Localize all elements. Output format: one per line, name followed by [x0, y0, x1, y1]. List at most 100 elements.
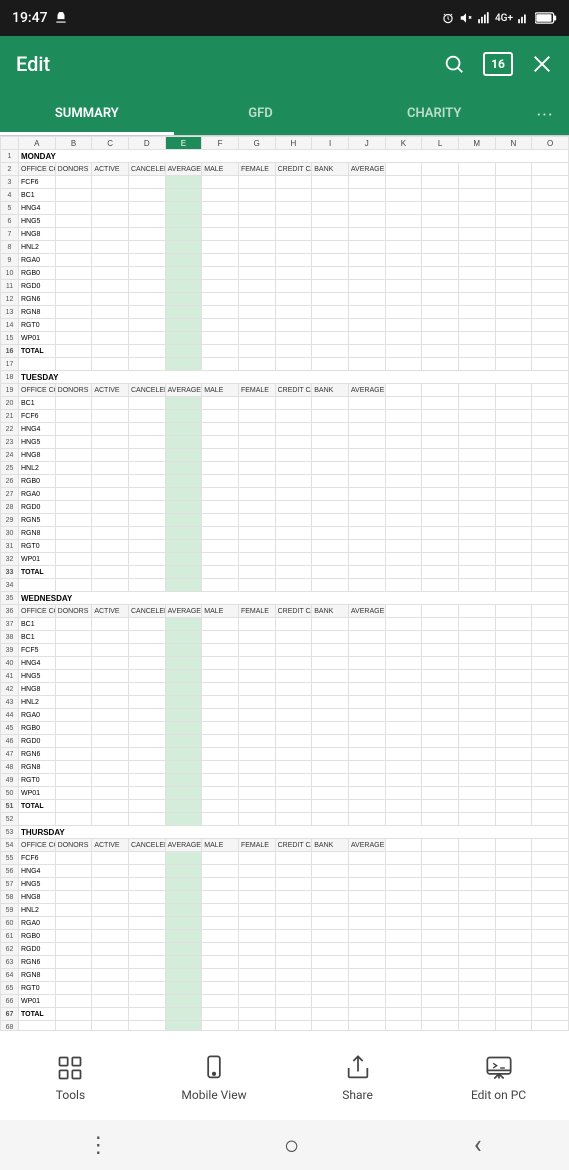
table-cell[interactable] [312, 332, 349, 345]
table-cell[interactable]: HNL2 [19, 696, 56, 709]
table-cell[interactable] [165, 319, 202, 332]
table-cell[interactable] [422, 566, 459, 579]
table-cell[interactable]: MALE [202, 163, 239, 176]
table-cell[interactable] [92, 865, 129, 878]
table-cell[interactable]: RGN8 [19, 761, 56, 774]
table-cell[interactable] [55, 319, 92, 332]
table-cell[interactable] [348, 995, 385, 1008]
table-cell[interactable] [422, 280, 459, 293]
table-cell[interactable] [532, 618, 569, 631]
table-cell[interactable] [532, 553, 569, 566]
table-cell[interactable] [275, 709, 312, 722]
table-cell[interactable] [532, 657, 569, 670]
table-cell[interactable] [385, 644, 422, 657]
table-cell[interactable] [385, 956, 422, 969]
table-cell[interactable] [422, 514, 459, 527]
table-cell[interactable]: RGN6 [19, 956, 56, 969]
table-cell[interactable] [165, 722, 202, 735]
table-cell[interactable] [275, 280, 312, 293]
table-cell[interactable] [495, 163, 532, 176]
table-cell[interactable] [458, 618, 495, 631]
table-cell[interactable] [92, 501, 129, 514]
table-cell[interactable]: RGA0 [19, 917, 56, 930]
table-cell[interactable] [128, 982, 165, 995]
table-cell[interactable] [495, 839, 532, 852]
table-cell[interactable]: DONORS [55, 605, 92, 618]
table-cell[interactable] [92, 709, 129, 722]
table-cell[interactable] [202, 670, 239, 683]
table-cell[interactable] [238, 982, 275, 995]
tools-button[interactable]: Tools [40, 1054, 100, 1102]
table-cell[interactable]: TOTAL [19, 566, 56, 579]
table-cell[interactable] [458, 683, 495, 696]
table-cell[interactable] [55, 202, 92, 215]
table-cell[interactable] [238, 761, 275, 774]
table-cell[interactable] [312, 956, 349, 969]
table-cell[interactable]: BANK [312, 605, 349, 618]
table-cell[interactable] [202, 579, 239, 592]
table-cell[interactable] [348, 293, 385, 306]
table-cell[interactable] [165, 969, 202, 982]
table-cell[interactable] [532, 319, 569, 332]
table-cell[interactable] [348, 670, 385, 683]
table-cell[interactable] [348, 358, 385, 371]
table-cell[interactable] [92, 1008, 129, 1021]
table-cell[interactable] [128, 488, 165, 501]
table-cell[interactable] [385, 982, 422, 995]
table-cell[interactable] [165, 657, 202, 670]
table-cell[interactable] [458, 696, 495, 709]
table-cell[interactable] [312, 774, 349, 787]
table-cell[interactable]: RGN8 [19, 306, 56, 319]
table-cell[interactable] [495, 995, 532, 1008]
table-cell[interactable] [202, 306, 239, 319]
table-cell[interactable] [348, 969, 385, 982]
table-cell[interactable] [348, 813, 385, 826]
table-cell[interactable] [55, 956, 92, 969]
table-cell[interactable] [495, 644, 532, 657]
table-cell[interactable]: RGN8 [19, 969, 56, 982]
table-cell[interactable] [422, 839, 459, 852]
table-cell[interactable] [275, 553, 312, 566]
table-cell[interactable] [458, 839, 495, 852]
table-cell[interactable]: AVERAGE DONATION VALUE [348, 384, 385, 397]
table-cell[interactable] [128, 566, 165, 579]
table-cell[interactable]: ACTIVE [92, 163, 129, 176]
table-cell[interactable] [128, 215, 165, 228]
table-cell[interactable] [312, 696, 349, 709]
table-cell[interactable] [165, 930, 202, 943]
table-cell[interactable]: TOTAL [19, 345, 56, 358]
table-cell[interactable] [458, 943, 495, 956]
table-cell[interactable] [128, 280, 165, 293]
table-cell[interactable] [275, 618, 312, 631]
table-cell[interactable] [165, 267, 202, 280]
table-cell[interactable] [165, 423, 202, 436]
table-cell[interactable] [55, 657, 92, 670]
table-cell[interactable] [458, 345, 495, 358]
table-cell[interactable] [312, 917, 349, 930]
table-cell[interactable] [275, 982, 312, 995]
table-cell[interactable] [422, 397, 459, 410]
table-cell[interactable] [275, 878, 312, 891]
table-cell[interactable] [238, 878, 275, 891]
table-cell[interactable] [422, 657, 459, 670]
table-cell[interactable] [202, 345, 239, 358]
table-cell[interactable] [495, 865, 532, 878]
table-cell[interactable] [238, 332, 275, 345]
table-cell[interactable] [532, 917, 569, 930]
table-cell[interactable] [202, 189, 239, 202]
table-cell[interactable] [165, 670, 202, 683]
table-cell[interactable] [55, 527, 92, 540]
table-cell[interactable] [495, 540, 532, 553]
table-cell[interactable] [385, 787, 422, 800]
table-cell[interactable] [55, 280, 92, 293]
table-cell[interactable] [532, 566, 569, 579]
table-cell[interactable]: HNL2 [19, 241, 56, 254]
table-cell[interactable] [275, 176, 312, 189]
table-cell[interactable] [92, 228, 129, 241]
table-cell[interactable] [458, 566, 495, 579]
table-cell[interactable]: FCF6 [19, 176, 56, 189]
table-cell[interactable] [532, 215, 569, 228]
table-cell[interactable] [532, 423, 569, 436]
table-cell[interactable] [128, 657, 165, 670]
table-cell[interactable] [202, 644, 239, 657]
